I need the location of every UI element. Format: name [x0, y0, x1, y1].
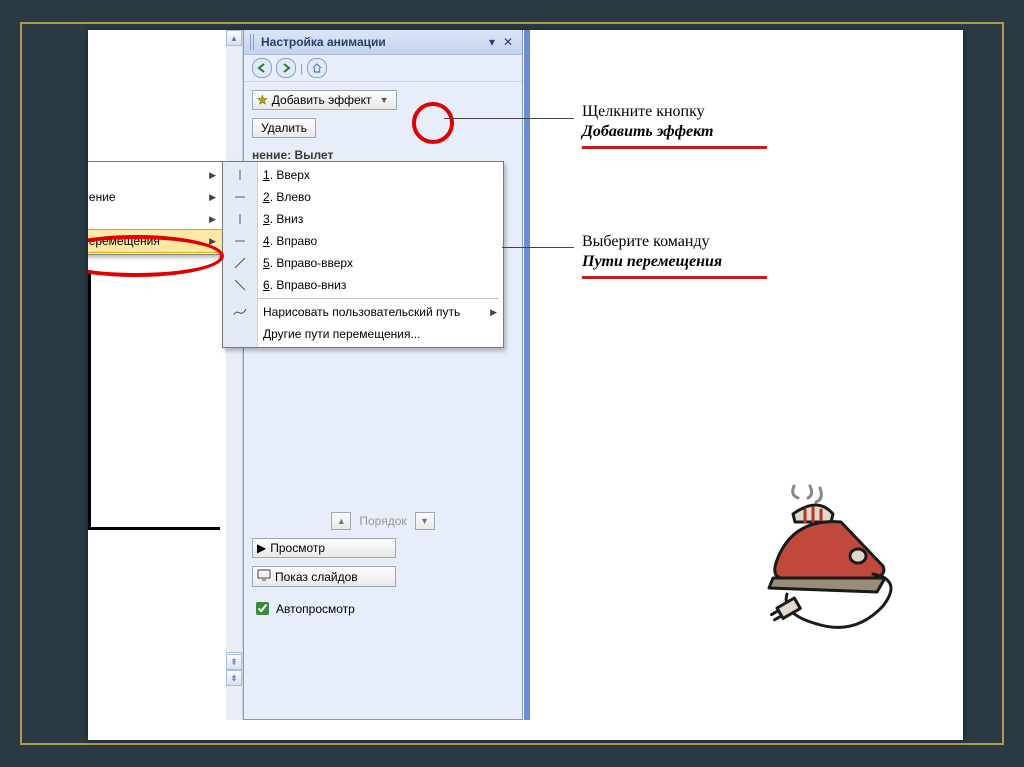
path-item-up[interactable]: 1. Вверх — [223, 164, 503, 186]
underline — [582, 146, 767, 149]
thumb-scrollbar[interactable]: ▴ ▾ ⇞ ⇟ — [226, 30, 243, 720]
play-icon: ▶ — [257, 541, 266, 555]
menu-item-exit[interactable]: ★ Выход ▶ — [88, 208, 222, 230]
path-line-icon — [231, 188, 249, 206]
nav-separator: | — [300, 61, 303, 75]
path-item-right-up[interactable]: 5. Вправо-вверх — [223, 252, 503, 274]
slide-thumbnail-edge — [88, 270, 220, 530]
grip-icon — [250, 34, 255, 50]
submenu-arrow-icon: ▶ — [209, 214, 216, 225]
menu-divider — [251, 298, 499, 299]
monitor-icon — [257, 569, 271, 584]
path-line-icon — [231, 210, 249, 228]
slideshow-button[interactable]: Показ слайдов — [252, 566, 396, 587]
motion-path-submenu: 1. Вверх 2. Влево 3. Вниз 4. Вправо 5. В… — [222, 161, 504, 348]
path-item-right[interactable]: 4. Вправо — [223, 230, 503, 252]
chevron-down-icon: ▼ — [380, 95, 389, 105]
reorder-label: Порядок — [359, 514, 406, 528]
autopreview-checkbox[interactable]: Автопросмотр — [252, 599, 514, 618]
change-effect-label: нение: Вылет — [252, 148, 514, 162]
path-line-icon — [231, 254, 249, 272]
underline — [582, 276, 767, 279]
reorder-row: ▲ Порядок ▼ — [252, 512, 514, 530]
pane-menu-dropdown[interactable]: ▾ — [484, 35, 500, 49]
nav-forward-button[interactable] — [276, 58, 296, 78]
pane-titlebar[interactable]: Настройка анимации ▾ ✕ — [244, 30, 522, 55]
add-effect-button[interactable]: ★ Добавить эффект ▼ — [252, 90, 397, 110]
path-curve-icon — [231, 303, 249, 321]
path-item-right-down[interactable]: 6. Вправо-вниз — [223, 274, 503, 296]
path-item-left[interactable]: 2. Влево — [223, 186, 503, 208]
annotation-line — [502, 247, 574, 248]
path-item-more[interactable]: Другие пути перемещения... — [223, 323, 503, 345]
pane-splitter[interactable] — [524, 30, 530, 720]
slide-canvas: ▴ ▾ ⇞ ⇟ Настройка анимации ▾ ✕ | — [88, 30, 963, 740]
star-icon: ★ — [257, 93, 268, 107]
highlight-circle — [412, 102, 454, 144]
path-item-custom[interactable]: Нарисовать пользовательский путь ▶ — [223, 301, 503, 323]
iron-clipart — [753, 480, 903, 650]
menu-item-entrance[interactable]: ★ Вход ▶ — [88, 164, 222, 186]
annotation-add-effect: Щелкните кнопку Добавить эффект — [582, 102, 767, 149]
reorder-up-button[interactable]: ▲ — [331, 512, 351, 530]
scroll-up-icon[interactable]: ▴ — [226, 30, 242, 46]
pane-nav: | — [244, 55, 522, 82]
pane-title: Настройка анимации — [261, 35, 484, 49]
submenu-arrow-icon: ▶ — [209, 192, 216, 203]
nav-home-button[interactable] — [307, 58, 327, 78]
autopreview-input[interactable] — [256, 602, 269, 615]
path-line-icon — [231, 232, 249, 250]
submenu-arrow-icon: ▶ — [209, 170, 216, 181]
path-line-icon — [231, 166, 249, 184]
path-line-icon — [231, 276, 249, 294]
pane-close-button[interactable]: ✕ — [500, 35, 516, 49]
delete-effect-button[interactable]: Удалить — [252, 118, 316, 138]
submenu-arrow-icon: ▶ — [490, 307, 497, 318]
annotation-motion-path: Выберите команду Пути перемещения — [582, 232, 767, 279]
scroll-nav-buttons[interactable]: ⇞ ⇟ — [226, 654, 242, 686]
menu-item-emphasis[interactable]: ★ Выделение ▶ — [88, 186, 222, 208]
nav-back-button[interactable] — [252, 58, 272, 78]
path-item-down[interactable]: 3. Вниз — [223, 208, 503, 230]
preview-button[interactable]: ▶ Просмотр — [252, 538, 396, 558]
animation-task-pane: Настройка анимации ▾ ✕ | ★ Добавить эффе… — [243, 30, 523, 720]
reorder-down-button[interactable]: ▼ — [415, 512, 435, 530]
add-effect-label: Добавить эффект — [272, 93, 372, 107]
annotation-line — [444, 118, 574, 119]
